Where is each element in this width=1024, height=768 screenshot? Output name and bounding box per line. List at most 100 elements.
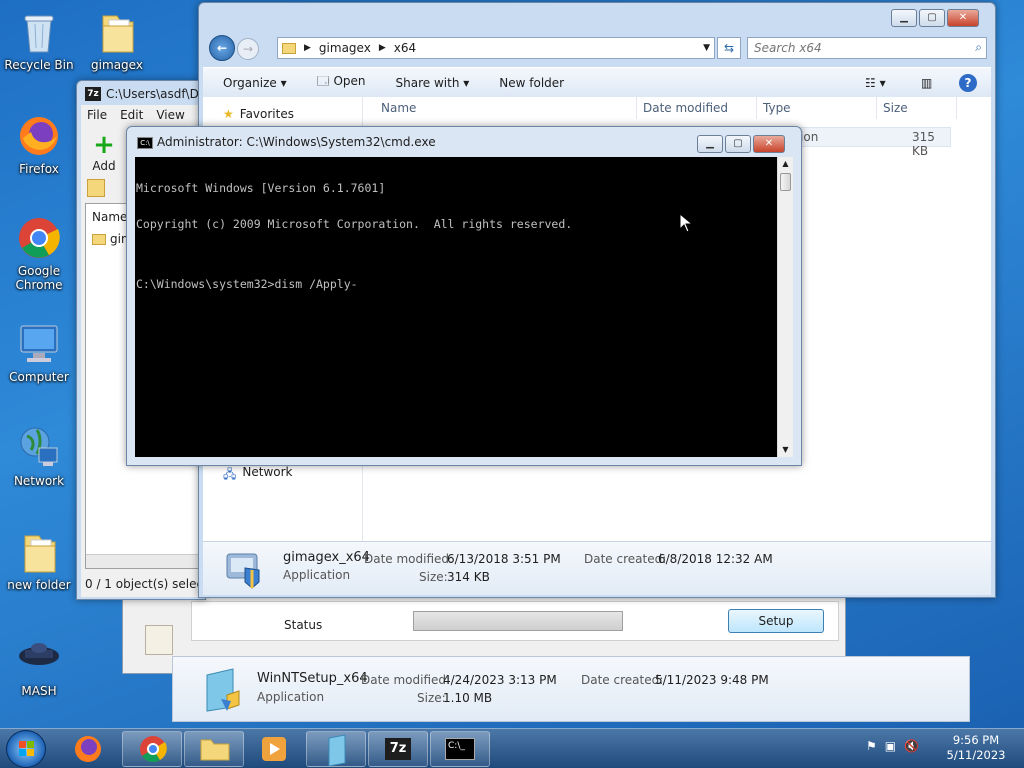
- taskbar-cmd[interactable]: C:\_: [430, 731, 490, 767]
- clock-time: 9:56 PM: [952, 733, 1000, 747]
- organize-menu[interactable]: Organize ▾: [223, 76, 287, 90]
- column-name[interactable]: Name: [375, 97, 637, 119]
- desktop-icon-label: Firefox: [19, 162, 59, 176]
- search-input[interactable]: [748, 38, 958, 58]
- view-options-icon[interactable]: ☷ ▾: [865, 76, 886, 90]
- star-icon: ★: [223, 107, 234, 121]
- sevenzip-status: 0 / 1 object(s) selecte: [85, 577, 216, 591]
- nav-network[interactable]: 🖧 Network: [223, 465, 293, 486]
- new-folder-button[interactable]: New folder: [499, 76, 564, 90]
- modified-label: Date modified:: [364, 552, 454, 566]
- vertical-scrollbar[interactable]: ▲ ▼: [777, 157, 793, 457]
- action-center-icon[interactable]: ⚑: [866, 739, 877, 753]
- taskbar-chrome[interactable]: [122, 731, 182, 767]
- setup-button[interactable]: Setup: [728, 609, 824, 633]
- forward-button[interactable]: →: [237, 38, 259, 60]
- scroll-down-arrow[interactable]: ▼: [778, 443, 793, 457]
- share-with-menu[interactable]: Share with ▾: [396, 76, 470, 90]
- scroll-up-arrow[interactable]: ▲: [778, 157, 793, 171]
- search-box[interactable]: ⌕: [747, 37, 987, 59]
- desktop-icon-recycle-bin[interactable]: Recycle Bin: [2, 8, 76, 72]
- network-status-icon[interactable]: ▣: [885, 739, 896, 753]
- search-icon[interactable]: ⌕: [975, 40, 982, 55]
- cmd-app-icon: C:\: [137, 137, 153, 149]
- horizontal-scrollbar[interactable]: [86, 554, 204, 568]
- taskbar-media-player[interactable]: [256, 733, 292, 765]
- progress-bar: [413, 611, 623, 631]
- desktop-icon-computer[interactable]: Computer: [2, 320, 76, 384]
- row-size: 315 KB: [912, 130, 935, 158]
- chevron-down-icon[interactable]: ▼: [703, 43, 710, 53]
- details-pane: gimagex_x64 Application Date modified: 6…: [203, 541, 991, 595]
- cmd-caption-buttons: ▁ ▢ ✕: [697, 135, 785, 153]
- close-button[interactable]: ✕: [947, 9, 979, 27]
- network-icon: 🖧: [223, 467, 237, 481]
- column-name[interactable]: Name: [92, 210, 127, 224]
- help-icon[interactable]: ?: [959, 73, 977, 92]
- refresh-button[interactable]: ⇆: [717, 37, 741, 59]
- cmd-icon: C:\_: [445, 738, 475, 760]
- taskbar: 7z C:\_ ⚑ ▣ 🔇 9:56 PM 5/11/2023: [0, 728, 1024, 768]
- desktop-icon-chrome[interactable]: Google Chrome: [2, 214, 76, 292]
- console-area[interactable]: Microsoft Windows [Version 6.1.7601] Cop…: [135, 157, 777, 457]
- scroll-thumb[interactable]: [780, 173, 791, 191]
- desktop-icon-network[interactable]: Network: [2, 424, 76, 488]
- chrome-icon: [140, 736, 167, 763]
- plus-icon: +: [93, 130, 115, 160]
- add-button[interactable]: + Add: [87, 131, 121, 173]
- desktop-icon-mash[interactable]: MASH: [2, 634, 76, 698]
- folder-icon: [92, 233, 106, 245]
- clock[interactable]: 9:56 PM 5/11/2023: [936, 733, 1016, 763]
- back-button[interactable]: ←: [209, 35, 235, 61]
- minimize-button[interactable]: ▁: [697, 135, 723, 153]
- preview-pane-icon[interactable]: ▥: [921, 76, 932, 90]
- column-size[interactable]: Size: [877, 97, 957, 119]
- address-bar[interactable]: ▶ gimagex ▶ x64 ▼: [277, 37, 715, 59]
- desktop-icon-gimagex[interactable]: gimagex: [80, 8, 154, 72]
- size-label: Size:: [419, 570, 448, 584]
- winntsetup-details-pane: WinNTSetup_x64 Application Date modified…: [172, 656, 970, 722]
- close-button[interactable]: ✕: [753, 135, 785, 153]
- maximize-button[interactable]: ▢: [919, 9, 945, 27]
- menu-edit[interactable]: Edit: [120, 108, 143, 122]
- start-button[interactable]: [6, 730, 46, 768]
- media-player-icon: [262, 737, 286, 761]
- column-type[interactable]: Type: [757, 97, 877, 119]
- nav-favorites[interactable]: ★ Favorites: [223, 107, 294, 121]
- desktop-icon-new-folder[interactable]: new folder: [2, 528, 76, 592]
- desktop-icon-label: Recycle Bin: [4, 58, 74, 72]
- taskbar-7zip[interactable]: 7z: [368, 731, 428, 767]
- winntsetup-icon: [328, 734, 346, 767]
- volume-muted-icon[interactable]: 🔇: [904, 739, 919, 753]
- taskbar-firefox[interactable]: [70, 733, 106, 765]
- modified-value: 6/13/2018 3:51 PM: [447, 552, 561, 566]
- menu-view[interactable]: View: [156, 108, 184, 122]
- minimize-button[interactable]: ▁: [891, 9, 917, 27]
- column-date-modified[interactable]: Date modified: [637, 97, 757, 119]
- maximize-button[interactable]: ▢: [725, 135, 751, 153]
- taskbar-winntsetup[interactable]: [306, 731, 366, 767]
- menu-file[interactable]: File: [87, 108, 107, 122]
- size-value: 314 KB: [447, 570, 490, 584]
- up-folder-icon[interactable]: [87, 179, 105, 197]
- sevenzip-title: C:\Users\asdf\Do: [106, 87, 206, 101]
- network-icon: [15, 424, 63, 472]
- open-button[interactable]: 🗔 Open: [317, 72, 366, 93]
- folder-icon: [93, 8, 141, 56]
- modified-value: 4/24/2023 3:13 PM: [443, 673, 557, 687]
- breadcrumb-separator-icon: ▶: [378, 43, 386, 53]
- breadcrumb-separator-icon: ▶: [304, 43, 311, 53]
- recycle-bin-icon: [15, 8, 63, 56]
- console-line: C:\Windows\system32>dism /Apply-: [136, 277, 358, 291]
- breadcrumb-gimagex[interactable]: gimagex: [319, 41, 371, 55]
- firefox-icon: [75, 736, 101, 762]
- desktop-icon-label: new folder: [7, 578, 71, 592]
- desktop-icon-label: MASH: [21, 684, 57, 698]
- breadcrumb-x64[interactable]: x64: [394, 41, 416, 55]
- taskbar-file-explorer[interactable]: [184, 731, 244, 767]
- desktop-icon-label: gimagex: [91, 58, 143, 72]
- mash-icon: [15, 634, 63, 682]
- command-bar: Organize ▾ 🗔 Open Share with ▾ New folde…: [203, 67, 991, 97]
- desktop-icon-firefox[interactable]: Firefox: [2, 112, 76, 176]
- document-icon: [145, 625, 173, 655]
